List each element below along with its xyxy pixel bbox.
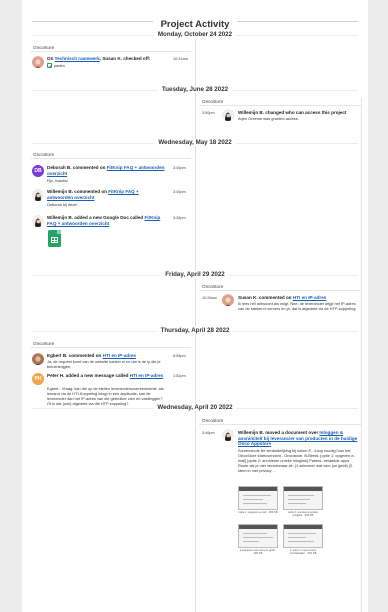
activity-headline: Willemijn B. moved a document over Inlog… (238, 430, 358, 447)
attachment-thumbnail[interactable]: optie 1: opgeven e-mail · 383 KB (238, 486, 278, 514)
date-header: Thursday, April 28 2022 (22, 327, 368, 334)
activity-headline: Egbert B. commented on HTI en IP-adres (47, 353, 137, 358)
checked-item: paden (47, 63, 65, 69)
avatar[interactable] (32, 215, 44, 227)
activity-group: Oncostore 3:46pm Willemijn B. moved a do… (199, 417, 361, 612)
activity-link[interactable]: HTI en IP-adres (130, 373, 163, 378)
project-label: Oncostore (30, 151, 191, 159)
activity-body: Arjen Greeme was granted access. (238, 116, 299, 121)
activity-link[interactable]: HTI en IP-adres (293, 295, 326, 300)
activity-headline: Peter H. added a new message called HTI … (47, 373, 164, 378)
activity-body: Ik lees het antwoord als volgt. Nee, de … (238, 301, 357, 311)
column-border (361, 98, 362, 612)
attachment-thumbnail[interactable]: 2. stem in met privacy voorwaarden · 363… (283, 524, 323, 555)
activity-body: Deborah bij deze! (47, 202, 78, 207)
activity-body: Screenshots ter verduidelijking bij kolo… (238, 448, 355, 473)
avatar[interactable]: PH (32, 373, 44, 385)
attachment-thumbnail[interactable]: optie 2: anonieme unieke inloglink · 350… (283, 486, 323, 517)
activity-group: Oncostore 3:50pm Willemijn B. changed wh… (199, 98, 361, 134)
date-header: Friday, April 29 2022 (22, 271, 368, 278)
activity-time: 3:50pm (202, 111, 215, 115)
date-header: Wednesday, May 18 2022 (22, 139, 368, 146)
activity-body: Fijn, thanks! (47, 178, 68, 183)
activity-group: Oncostore DB Deborah B. commented on Fit… (30, 151, 191, 267)
avatar[interactable] (222, 109, 234, 121)
project-activity-page: Project Activity Monday, October 24 2022… (22, 0, 368, 612)
avatar[interactable] (222, 294, 234, 306)
attachment-caption: optie 1: opgeven e-mail · 383 KB (238, 511, 278, 514)
attachment-caption: 1 selecteer wat voor jou geldt · 400 KB (239, 549, 277, 556)
activity-group: Oncostore Egbert B. commented on HTI en … (30, 340, 191, 406)
date-header: Tuesday, June 28 2022 (22, 86, 368, 93)
avatar[interactable]: DB (32, 165, 44, 177)
activity-time: 10:26am (202, 296, 217, 300)
page-title-row: Project Activity (22, 14, 368, 30)
activity-body: Egbert - Vraag: kan die op de stellen le… (47, 386, 164, 406)
avatar[interactable] (222, 429, 234, 441)
activity-group: Oncostore On Technisch raamwerk, Susan K… (30, 44, 191, 84)
activity-time: 1:52pm (173, 374, 186, 378)
avatar[interactable] (32, 189, 44, 201)
activity-headline: Deborah B. commented on FitKnip FAQ + an… (47, 165, 165, 176)
attachment-caption: 2. stem in met privacy voorwaarden · 363… (289, 549, 317, 556)
activity-time: 10:31am (173, 57, 188, 61)
project-label: Oncostore (199, 98, 361, 106)
activity-time: 3:36pm (173, 216, 186, 220)
activity-headline: Willemijn B. changed who can access this… (238, 110, 347, 115)
google-sheets-icon[interactable] (48, 230, 61, 247)
attachment-caption: optie 2: anonieme unieke inloglink · 350… (287, 511, 319, 518)
activity-time: 3:40pm (173, 166, 186, 170)
activity-headline: Willemijn B. added a new Google Doc call… (47, 215, 161, 226)
activity-time: 3:46pm (202, 431, 215, 435)
timeline-divider (195, 40, 196, 612)
activity-time: 3:40pm (173, 190, 186, 194)
attachment-thumbnail[interactable]: 1 selecteer wat voor jou geldt · 400 KB (238, 524, 278, 555)
project-label: Oncostore (30, 44, 191, 52)
project-label: Oncostore (199, 417, 361, 425)
activity-link[interactable]: HTI en IP-adres (103, 353, 136, 358)
date-header: Monday, October 24 2022 (22, 31, 368, 38)
project-label: Oncostore (199, 283, 361, 291)
checkbox-checked-icon (47, 63, 52, 69)
activity-headline: Susan K. commented on HTI en IP-adres (238, 295, 327, 300)
activity-group: Oncostore 10:26am Susan K. commented on … (199, 283, 361, 321)
date-header: Wednesday, April 20 2022 (22, 404, 368, 411)
avatar[interactable] (32, 353, 44, 365)
activity-time: 6:08pm (173, 354, 186, 358)
activity-headline: On Technisch raamwerk, Susan K. checked … (47, 56, 151, 61)
avatar[interactable] (32, 56, 44, 68)
activity-headline: Willemijn B. commented on FitKnip FAQ + … (47, 189, 139, 200)
activity-body: Ja, de request komt van de website kanke… (47, 359, 161, 369)
page-title: Project Activity (152, 19, 238, 30)
project-label: Oncostore (30, 340, 191, 348)
activity-link[interactable]: Technisch raamwerk (55, 56, 100, 61)
